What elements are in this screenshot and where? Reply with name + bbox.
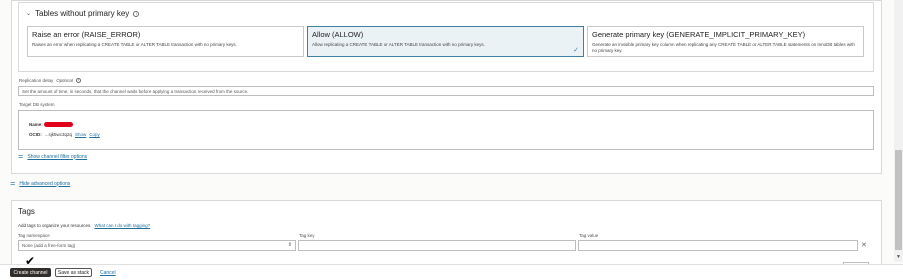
show-ocid-link[interactable]: Show	[75, 132, 86, 137]
tags-title: Tags	[18, 207, 35, 216]
sliders-icon: ⚌	[18, 154, 24, 160]
option-title: Generate primary key (GENERATE_IMPLICIT_…	[592, 30, 806, 39]
remove-tag-icon[interactable]: ✕	[861, 241, 867, 249]
scrollbar-thumb[interactable]	[895, 150, 902, 250]
option-generate-key[interactable]: Generate primary key (GENERATE_IMPLICIT_…	[587, 26, 864, 57]
info-icon[interactable]: i	[76, 78, 82, 83]
option-allow[interactable]: Allow (ALLOW) Allow replicating a CREATE…	[307, 26, 584, 57]
replication-delay-text: Replication delay	[19, 78, 54, 83]
option-title: Allow (ALLOW)	[312, 30, 364, 39]
option-desc: Allow replicating a CREATE TABLE or ALTE…	[312, 42, 485, 47]
copy-ocid-link[interactable]: Copy	[89, 132, 100, 137]
tag-key-input[interactable]	[298, 240, 576, 251]
hide-advanced-options-link[interactable]: Hide advanced options	[19, 181, 70, 187]
scrollbar-track[interactable]: ▼	[894, 0, 903, 262]
redacted-name	[43, 122, 73, 127]
sliders-icon: ⚌	[10, 181, 16, 187]
tag-key-label: Tag key	[299, 233, 315, 238]
target-name-label: Name:	[29, 122, 43, 127]
target-ocid-row: OCID: ...sjk5wc3q2q Show Copy	[29, 132, 100, 137]
replication-delay-placeholder: Set the amount of time, in seconds, that…	[22, 89, 249, 94]
create-channel-button[interactable]: Create channel	[10, 268, 51, 277]
option-title: Raise an error (RAISE_ERROR)	[32, 30, 141, 39]
section-title: Tables without primary key	[35, 9, 130, 18]
chevron-down-icon[interactable]: ⌄	[26, 10, 31, 17]
replication-delay-input[interactable]: Set the amount of time, in seconds, that…	[18, 86, 874, 96]
tags-panel	[11, 200, 882, 268]
ocid-value: ...sjk5wc3q2q	[44, 132, 73, 137]
option-raise-error[interactable]: Raise an error (RAISE_ERROR) Raises an e…	[27, 26, 304, 57]
target-db-box	[18, 110, 874, 150]
section-header[interactable]: ⌄ Tables without primary key i	[26, 9, 140, 18]
checkmark-icon: ✓	[573, 47, 579, 54]
optional-text: Optional	[56, 78, 74, 83]
tag-value-input[interactable]	[578, 240, 858, 251]
target-db-label: Target DB system	[19, 102, 55, 107]
replication-delay-label: Replication delay Optional i	[19, 78, 82, 83]
tag-value-label: Tag value	[579, 233, 599, 238]
select-arrows-icon: ⇕	[287, 242, 292, 248]
tag-namespace-select[interactable]: None (add a free-form tag) ⇕	[18, 240, 296, 251]
tag-namespace-label: Tag namespace	[18, 233, 50, 238]
tagging-help-link[interactable]: What can I do with tagging?	[95, 223, 151, 228]
filter-options-row[interactable]: ⚌ Show channel filter options	[18, 153, 87, 161]
info-icon[interactable]: i	[133, 10, 140, 17]
option-desc: Raises an error when replicating a CREAT…	[32, 42, 237, 47]
show-filter-options-link[interactable]: Show channel filter options	[27, 154, 87, 160]
primary-key-options: Raise an error (RAISE_ERROR) Raises an e…	[27, 26, 864, 57]
scroll-down-icon[interactable]: ▼	[896, 254, 901, 260]
option-desc: Generate an invisible primary key column…	[592, 42, 855, 53]
cursor-checkmark-icon: ✔	[25, 254, 36, 268]
target-name-row: Name:	[29, 122, 73, 127]
advanced-options-row[interactable]: ⚌ Hide advanced options	[10, 180, 70, 188]
footer-bar	[0, 264, 903, 280]
tags-help: Add tags to organize your resources. Wha…	[18, 223, 150, 228]
tags-help-text: Add tags to organize your resources.	[18, 223, 92, 228]
save-as-stack-button[interactable]: Save as stack	[55, 268, 92, 277]
ocid-label: OCID:	[29, 132, 42, 137]
cancel-link[interactable]: Cancel	[100, 270, 116, 276]
tag-namespace-value: None (add a free-form tag)	[22, 243, 76, 248]
